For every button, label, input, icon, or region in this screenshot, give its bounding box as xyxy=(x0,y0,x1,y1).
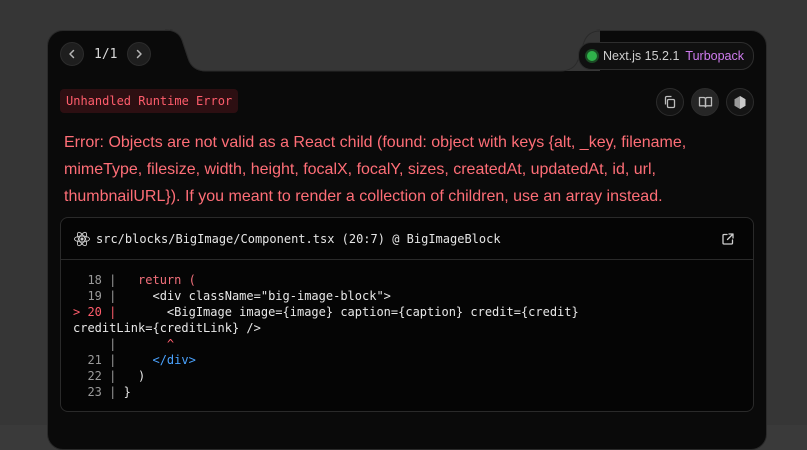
error-message: Error: Objects are not valid as a React … xyxy=(64,134,687,205)
code-frame: src/blocks/BigImage/Component.tsx (20:7)… xyxy=(60,217,754,412)
code-frame-file-path: src/blocks/BigImage/Component.tsx (20:7)… xyxy=(96,231,501,246)
nextjs-version-label: Next.js 15.2.1 xyxy=(602,49,680,63)
copy-error-button[interactable] xyxy=(656,88,684,116)
open-in-editor-icon[interactable] xyxy=(721,232,735,246)
code-frame-header: src/blocks/BigImage/Component.tsx (20:7)… xyxy=(61,218,753,260)
turbopack-label: Turbopack xyxy=(685,49,744,63)
previous-error-button[interactable] xyxy=(60,42,84,66)
error-pager: 1/1 xyxy=(60,42,152,66)
code-line-highlighted: > 20 | <BigImage image={image} caption={… xyxy=(73,305,579,319)
next-error-button[interactable] xyxy=(127,42,152,66)
code-line: 23 | } xyxy=(73,385,131,399)
error-type-badge: Unhandled Runtime Error xyxy=(60,89,239,113)
code-line: creditLink={creditLink} /> xyxy=(73,321,261,335)
code-line-caret: | ^ xyxy=(73,337,175,351)
code-line: 22 | ) xyxy=(73,369,146,383)
docs-book-icon xyxy=(698,96,712,108)
copy-icon xyxy=(664,95,676,109)
code-line: 19 | <div className="big-image-block"> xyxy=(73,289,391,303)
nextjs-version-badge[interactable]: Next.js 15.2.1 Turbopack xyxy=(577,42,754,70)
docs-button[interactable] xyxy=(691,88,719,116)
error-count: 1/1 xyxy=(94,46,118,62)
code-frame-source: 18 | return ( 19 | <div className="big-i… xyxy=(61,260,753,400)
chevron-left-icon xyxy=(69,49,75,59)
error-actions xyxy=(656,88,754,116)
status-indicator-icon xyxy=(586,51,597,61)
nodejs-icon xyxy=(734,95,746,109)
react-icon xyxy=(74,231,90,246)
nodejs-inspector-button[interactable] xyxy=(726,88,754,116)
code-line: 21 | </div> xyxy=(73,353,196,367)
code-line: 18 | return ( xyxy=(73,273,196,287)
chevron-right-icon xyxy=(137,49,143,59)
